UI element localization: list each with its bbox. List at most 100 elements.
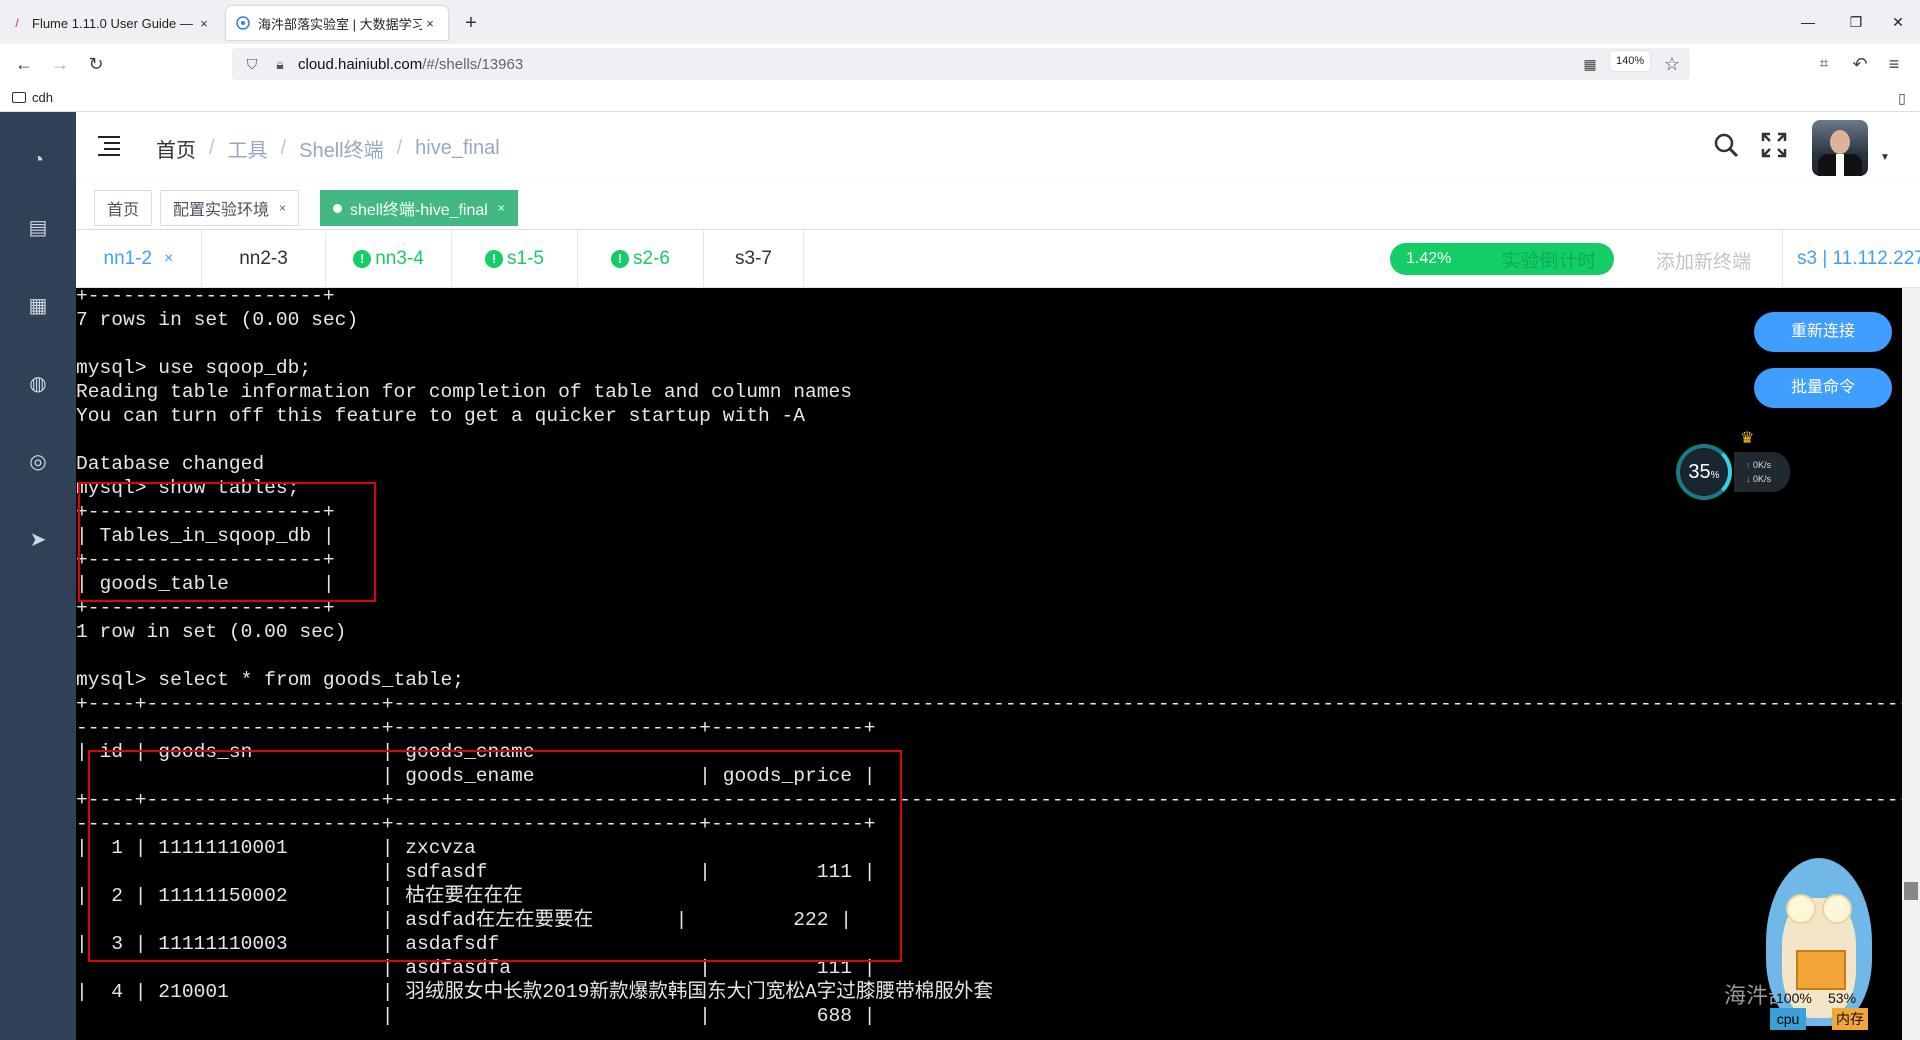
dashboard-icon[interactable]: ◔ [24, 146, 52, 174]
qr-code-icon[interactable]: ▦ [1576, 50, 1604, 78]
breadcrumb-shell[interactable]: Shell终端 [299, 134, 383, 163]
tag-label: 首页 [107, 202, 140, 219]
term-tab-s2-6[interactable]: ! s2-6 [578, 230, 704, 288]
warning-icon: ! [485, 250, 504, 268]
network-meter[interactable]: ♛ 35% ↑ 0K/s ↓ 0K/s [1676, 430, 1796, 500]
warning-icon: ! [353, 250, 372, 268]
url-bar[interactable]: ⛉ 🔒︎ cloud.hainiubl.com/#/shells/13963 [232, 48, 1690, 80]
close-icon[interactable]: × [498, 201, 505, 215]
countdown-percent: 1.42% [1406, 250, 1452, 267]
net-rates: ↑ 0K/s ↓ 0K/s [1734, 452, 1790, 492]
cpu-usage: 100% [1776, 990, 1812, 1006]
folder-icon [12, 92, 26, 103]
warning-icon: ! [611, 250, 630, 268]
undo-icon[interactable]: ↶ [1846, 50, 1874, 78]
breadcrumb-tools[interactable]: 工具 [228, 134, 268, 163]
book-icon [1796, 950, 1846, 990]
term-tab-label: s1-5 [507, 248, 544, 269]
add-terminal-button[interactable]: 添加新终端 [1656, 247, 1751, 274]
lifebuoy-icon[interactable]: ◎ [24, 448, 52, 476]
tags-view: 首页 配置实验环境 × shell终端-hive_final × [76, 184, 1920, 230]
bookmark-label: cdh [32, 90, 53, 105]
reload-icon[interactable]: ↻ [82, 50, 110, 78]
browser-nav-bar: ← → ↻ ⛉ 🔒︎ cloud.hainiubl.com/#/shells/1… [0, 44, 1920, 84]
new-tab-button[interactable]: + [456, 8, 486, 38]
host-select[interactable]: s3 | 11.112.227.4 ﹀ [1782, 230, 1920, 288]
shield-icon: ⛉ [246, 55, 258, 72]
term-tab-s1-5[interactable]: ! s1-5 [452, 230, 578, 288]
term-tab-s3-7[interactable]: s3-7 [704, 230, 804, 288]
breadcrumb-separator: / [280, 137, 287, 159]
scrollbar-thumb[interactable] [1904, 882, 1918, 900]
term-tab-label: nn1-2 [103, 248, 153, 269]
memory-usage: 53% [1828, 990, 1857, 1006]
terminal-tabs: nn1-2 × nn2-3 ! nn3-4 ! s1-5 ! s2-6 s3-7… [76, 230, 1920, 288]
browser-tab-hainiu[interactable]: 海汼部落实验室 | 大数据学习云 × [226, 6, 448, 40]
site-favicon-icon [236, 16, 250, 30]
avatar[interactable] [1812, 120, 1868, 176]
breadcrumb-separator: / [209, 137, 215, 159]
browser-tab-flume[interactable]: / Flume 1.11.0 User Guide — A × [0, 6, 222, 40]
tag-label: 配置实验环境 [173, 202, 270, 219]
globe-icon[interactable]: ◍ [24, 370, 52, 398]
close-icon[interactable]: × [164, 250, 173, 268]
search-icon[interactable] [1710, 132, 1742, 164]
caret-down-icon[interactable]: ▼ [1880, 152, 1890, 163]
reconnect-button[interactable]: 重新连接 [1754, 312, 1892, 352]
upload-rate: 0K/s [1753, 460, 1772, 470]
close-tab-icon[interactable]: × [196, 16, 212, 31]
bookmark-star-icon[interactable]: ☆ [1658, 50, 1686, 78]
usage-ring: 35% [1676, 444, 1732, 500]
lock-icon: 🔒︎ [276, 55, 284, 72]
countdown-progress: 1.42% 实验倒计时 [1390, 243, 1614, 275]
hamburger-icon[interactable] [98, 136, 122, 156]
cpu-label: cpu [1770, 1008, 1806, 1030]
fullscreen-icon[interactable] [1758, 132, 1790, 164]
bookmark-folder-cdh[interactable]: cdh [12, 90, 53, 105]
close-window-icon[interactable]: ✕ [1870, 0, 1920, 44]
batch-command-button[interactable]: 批量命令 [1754, 368, 1892, 408]
tag-config-env[interactable]: 配置实验环境 × [160, 190, 300, 226]
countdown-label: 实验倒计时 [1501, 250, 1597, 272]
apps-icon[interactable]: ▦ [24, 292, 52, 320]
terminal-scrollbar[interactable] [1902, 288, 1920, 1040]
breadcrumb: 首页 / 工具 / Shell终端 / hive_final [156, 134, 500, 163]
zoom-level[interactable]: 140% [1610, 51, 1651, 71]
term-tab-label: s2-6 [633, 248, 670, 269]
system-monitor-widget[interactable]: 100% 53% cpu 内存 [1756, 858, 1886, 1030]
mobile-icon[interactable]: ▯ [1888, 84, 1916, 112]
memory-label: 内存 [1832, 1008, 1868, 1030]
tag-home[interactable]: 首页 [94, 190, 153, 226]
tag-label: shell终端-hive_final [350, 202, 488, 219]
forward-icon[interactable]: → [46, 50, 74, 78]
send-icon[interactable]: ➤ [24, 526, 52, 554]
menu-icon[interactable]: ≡ [1880, 50, 1908, 78]
term-tab-label: nn3-4 [375, 248, 424, 269]
url-host: cloud.hainiubl.com [298, 55, 423, 73]
breadcrumb-separator: / [396, 137, 403, 159]
document-icon[interactable]: ▤ [24, 214, 52, 242]
term-tab-nn1-2[interactable]: nn1-2 × [76, 230, 202, 288]
tag-shell-hive-final[interactable]: shell终端-hive_final × [320, 190, 518, 226]
sidebar: ◔ ▤ ▦ ◍ ◎ ➤ [0, 112, 76, 1040]
browser-tab-bar: / Flume 1.11.0 User Guide — A × 海汼部落实验室 … [0, 0, 1920, 44]
term-tab-label: nn2-3 [239, 248, 288, 269]
screenshot-icon[interactable]: ⌗ [1810, 50, 1838, 78]
highlight-box-show-tables [78, 482, 376, 602]
term-tab-nn2-3[interactable]: nn2-3 [202, 230, 326, 288]
app-header: 首页 / 工具 / Shell终端 / hive_final ▼ [76, 112, 1920, 184]
bookmarks-bar: cdh ▯ [0, 84, 1920, 112]
browser-tab-title: 海汼部落实验室 | 大数据学习云 [258, 16, 422, 32]
terminal-screen[interactable]: +--------------------+ 7 rows in set (0.… [76, 288, 1902, 1040]
breadcrumb-current: hive_final [415, 137, 500, 159]
term-tab-label: s3-7 [735, 248, 772, 269]
breadcrumb-home[interactable]: 首页 [156, 134, 196, 163]
close-icon[interactable]: × [279, 201, 286, 215]
close-tab-icon[interactable]: × [422, 16, 438, 31]
highlight-box-query-result [88, 750, 902, 962]
url-path: /#/shells/13963 [422, 55, 524, 73]
active-dot-icon [333, 203, 342, 213]
back-icon[interactable]: ← [10, 50, 38, 78]
feather-icon: / [15, 16, 19, 30]
term-tab-nn3-4[interactable]: ! nn3-4 [326, 230, 452, 288]
